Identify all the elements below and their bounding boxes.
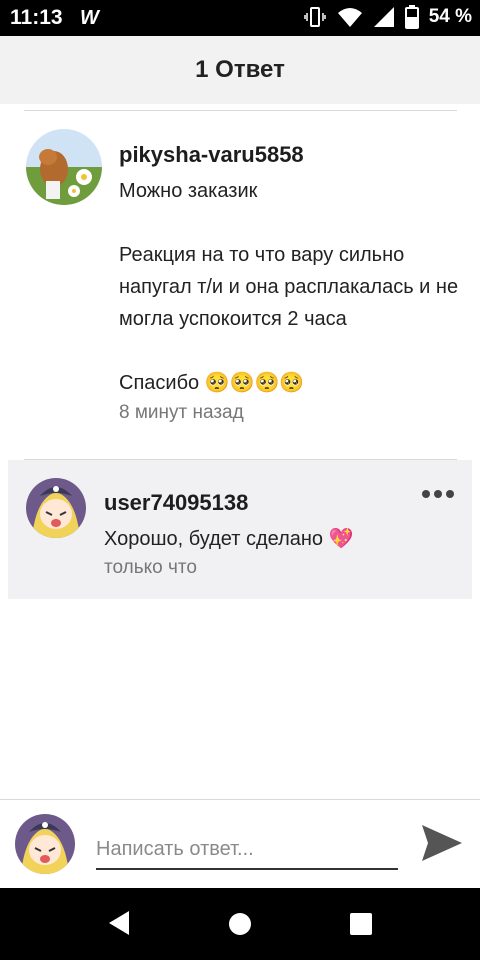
more-dot bbox=[446, 490, 454, 498]
wifi-icon bbox=[337, 8, 362, 27]
comment: pikysha-varu5858 Можно заказик Реакция н… bbox=[0, 110, 480, 450]
status-bar: 11:13 W 54 % bbox=[0, 0, 480, 36]
reply-avatar[interactable] bbox=[26, 478, 86, 538]
back-icon[interactable] bbox=[108, 910, 130, 936]
anime-avatar-image bbox=[15, 814, 75, 874]
reply-text: Хорошо, будет сделано 💖 bbox=[104, 528, 354, 550]
reply-username[interactable]: user74095138 bbox=[104, 490, 248, 516]
reply-timestamp: только что bbox=[104, 557, 197, 578]
reply-input-bar bbox=[0, 799, 480, 888]
send-icon bbox=[422, 825, 462, 861]
comment-text: Можно заказик Реакция на то что вару сил… bbox=[119, 180, 459, 394]
anime-avatar-image bbox=[26, 478, 86, 538]
current-user-avatar bbox=[15, 814, 75, 874]
signal-icon bbox=[373, 7, 394, 27]
navigation-bar bbox=[0, 888, 480, 960]
battery-icon bbox=[404, 5, 419, 29]
header: 1 Ответ bbox=[0, 36, 480, 104]
page-title: 1 Ответ bbox=[195, 56, 285, 83]
vibrate-icon bbox=[303, 7, 326, 27]
comment-timestamp: 8 минут назад bbox=[119, 402, 244, 423]
send-button[interactable] bbox=[420, 823, 464, 863]
home-icon[interactable] bbox=[229, 913, 251, 935]
avatar[interactable] bbox=[26, 129, 102, 205]
reply-input[interactable] bbox=[96, 830, 398, 870]
more-dot bbox=[434, 490, 442, 498]
recents-icon[interactable] bbox=[350, 913, 372, 935]
status-time: 11:13 bbox=[10, 6, 63, 29]
status-icons: 54 % bbox=[303, 5, 472, 29]
battery-percent: 54 % bbox=[428, 6, 472, 27]
wattpad-logo-icon: W bbox=[80, 7, 99, 29]
more-options-button[interactable] bbox=[422, 490, 454, 498]
reply: user74095138 Хорошо, будет сделано 💖 тол… bbox=[8, 460, 472, 599]
comment-username[interactable]: pikysha-varu5858 bbox=[119, 142, 304, 168]
more-horizontal-icon bbox=[422, 490, 430, 498]
dog-avatar-image bbox=[26, 129, 102, 205]
